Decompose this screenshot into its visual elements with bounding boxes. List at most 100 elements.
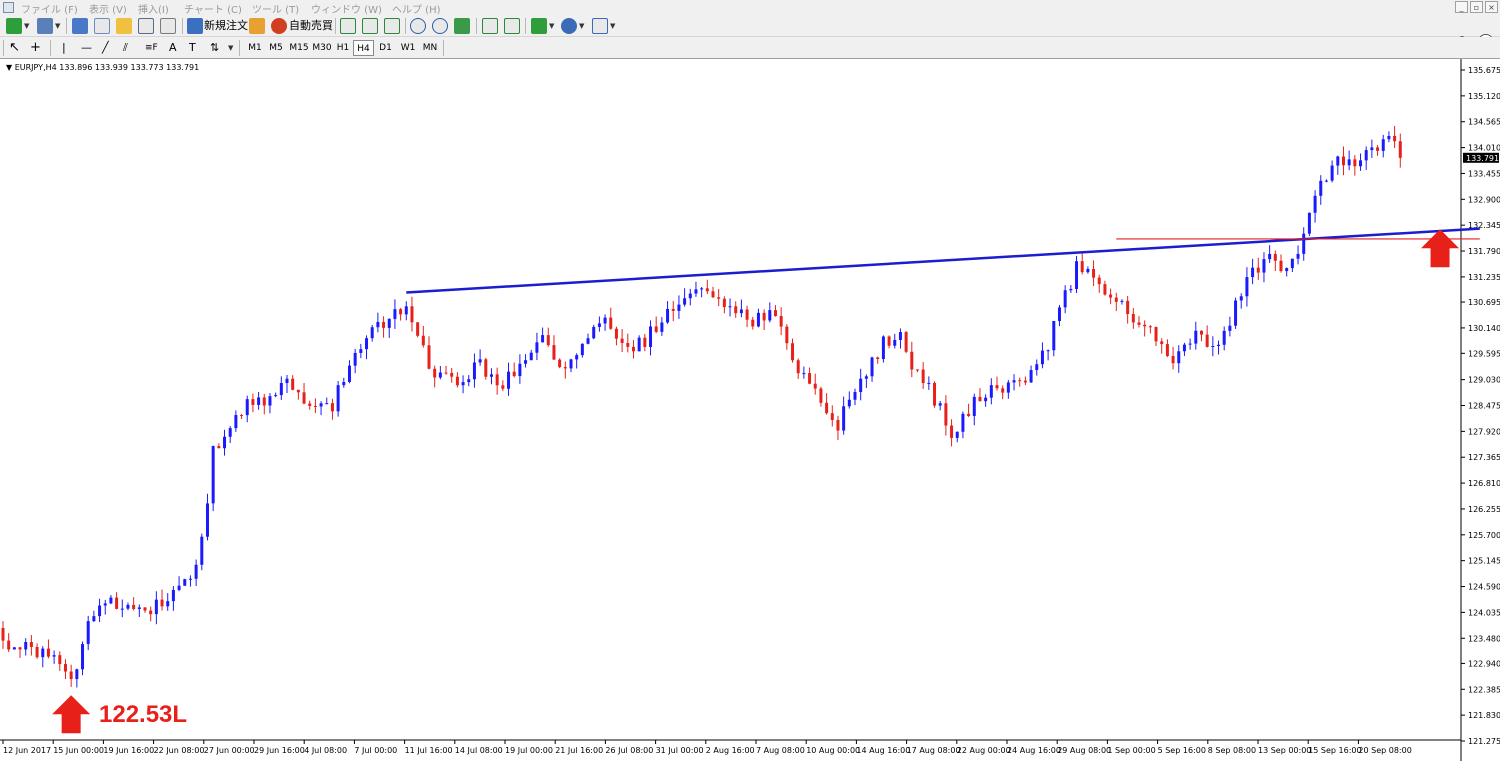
candle-body	[24, 642, 28, 650]
time-tick-label: 31 Jul 00:00	[656, 746, 704, 755]
price-chart[interactable]: 135.675 135.120 134.565 134.010 133.455 132.9…	[0, 59, 1500, 761]
templates-icon[interactable]	[592, 18, 608, 34]
chart-window[interactable]: 135.675 135.120 134.565 134.010 133.455 132.9…	[0, 59, 1500, 761]
candle-body	[1199, 330, 1203, 335]
candle-body	[115, 597, 119, 609]
market-watch-icon[interactable]	[72, 18, 88, 34]
candle-body	[989, 385, 993, 398]
timeframe-m1[interactable]: M1	[244, 40, 266, 56]
indicators-icon[interactable]	[531, 18, 547, 34]
minimize-button[interactable]: _	[1455, 1, 1468, 13]
candle-body	[796, 360, 800, 374]
chart-shift-icon[interactable]	[482, 18, 498, 34]
timeframe-m30[interactable]: M30	[310, 40, 334, 56]
timeframe-h4[interactable]: H4	[353, 40, 374, 56]
candle-body	[416, 322, 420, 336]
timeframe-m5[interactable]: M5	[265, 40, 287, 56]
time-tick-label: 24 Aug 16:00	[1007, 746, 1061, 755]
candle-body	[330, 403, 334, 412]
terminal-icon[interactable]	[138, 18, 154, 34]
arrows-dropdown-icon[interactable]: ▼	[228, 44, 233, 52]
time-tick-label: 4 Jul 08:00	[304, 746, 347, 755]
timeframe-d1[interactable]: D1	[375, 40, 396, 56]
price-annotation: 122.53L	[99, 701, 188, 728]
candle-body	[524, 360, 528, 364]
time-tick-label: 12 Jun 2017	[3, 746, 51, 755]
menu-help[interactable]: ヘルプ (H)	[392, 1, 441, 16]
bar-chart-icon[interactable]	[340, 18, 356, 34]
new-order-button[interactable]: 新規注文	[204, 18, 248, 34]
candle-body	[1075, 261, 1079, 289]
line-chart-icon[interactable]	[384, 18, 400, 34]
periods-icon[interactable]	[561, 18, 577, 34]
auto-trading-icon[interactable]	[271, 18, 287, 34]
candle-body	[1160, 341, 1164, 345]
price-tick-label: 130.695	[1468, 298, 1500, 307]
trendline-icon[interactable]: ╱	[102, 40, 109, 56]
cursor-icon[interactable]: ↖	[9, 40, 20, 56]
candle-body	[938, 403, 942, 406]
text-label-icon[interactable]: T	[189, 40, 196, 56]
candle-body	[546, 335, 550, 346]
indicators-dropdown-icon[interactable]: ▼	[549, 22, 554, 30]
candlestick-icon[interactable]	[362, 18, 378, 34]
candle-body	[58, 655, 62, 665]
new-chart-icon[interactable]	[6, 18, 22, 34]
candle-body	[41, 648, 45, 658]
navigator-icon[interactable]	[116, 18, 132, 34]
vertical-line-icon[interactable]: |	[62, 40, 66, 56]
new-chart-dropdown-icon[interactable]: ▼	[24, 22, 29, 30]
price-tick-label: 124.590	[1468, 583, 1500, 592]
candle-body	[1063, 290, 1067, 308]
horizontal-line-icon[interactable]: —	[81, 40, 92, 56]
candle-body	[586, 338, 590, 344]
candle-body	[1012, 380, 1016, 383]
candle-body	[177, 585, 181, 590]
candle-body	[1092, 268, 1096, 278]
time-tick-label: 13 Sep 00:00	[1258, 746, 1311, 755]
profiles-dropdown-icon[interactable]: ▼	[55, 22, 60, 30]
strategy-tester-icon[interactable]	[160, 18, 176, 34]
fibonacci-icon[interactable]: ≡F	[145, 40, 158, 56]
tile-windows-icon[interactable]	[454, 18, 470, 34]
crosshair-icon[interactable]: +	[30, 40, 41, 56]
timeframe-m15[interactable]: M15	[287, 40, 311, 56]
zoom-in-icon[interactable]	[410, 18, 426, 34]
timeframe-w1[interactable]: W1	[397, 40, 419, 56]
templates-dropdown-icon[interactable]: ▼	[610, 22, 615, 30]
menu-insert[interactable]: 挿入(I)	[138, 1, 169, 16]
candle-body	[1262, 259, 1266, 273]
crosshair-move-icon[interactable]	[94, 18, 110, 34]
autoscroll-icon[interactable]	[504, 18, 520, 34]
menu-tools[interactable]: ツール (T)	[252, 1, 299, 16]
timeframe-h1[interactable]: H1	[333, 40, 353, 56]
profiles-icon[interactable]	[37, 18, 53, 34]
current-price-label: 133.791	[1466, 154, 1499, 163]
price-tick-label: 125.145	[1468, 557, 1500, 566]
menu-chart[interactable]: チャート (C)	[184, 1, 242, 16]
close-button[interactable]: ×	[1485, 1, 1498, 13]
zoom-out-icon[interactable]	[432, 18, 448, 34]
candle-body	[455, 376, 459, 386]
candle-body	[472, 362, 476, 380]
text-icon[interactable]: A	[169, 40, 177, 56]
menu-view[interactable]: 表示 (V)	[89, 1, 127, 16]
resistance-trendline	[406, 227, 1480, 294]
auto-trading-button[interactable]: 自動売買	[289, 18, 333, 34]
candle-body	[614, 328, 618, 339]
timeframe-mn[interactable]: MN	[419, 40, 441, 56]
menu-window[interactable]: ウィンドウ (W)	[311, 1, 382, 16]
standard-toolbar: ▼ ▼ 新規注文 自動売買 ▼ ▼ ▼ ⚲ 💬	[0, 15, 1500, 47]
candle-body	[666, 308, 670, 323]
candle-body	[478, 359, 482, 363]
new-order-icon[interactable]	[187, 18, 203, 34]
time-tick-label: 29 Aug 08:00	[1057, 746, 1111, 755]
candle-body	[717, 297, 721, 299]
arrows-icon[interactable]: ⇅	[210, 40, 219, 56]
channel-icon[interactable]: ⫽	[123, 40, 128, 56]
metaeditor-icon[interactable]	[249, 18, 265, 34]
periods-dropdown-icon[interactable]: ▼	[579, 22, 584, 30]
candle-body	[438, 372, 442, 378]
menu-file[interactable]: ファイル (F)	[21, 1, 78, 16]
restore-button[interactable]: ▫	[1470, 1, 1483, 13]
